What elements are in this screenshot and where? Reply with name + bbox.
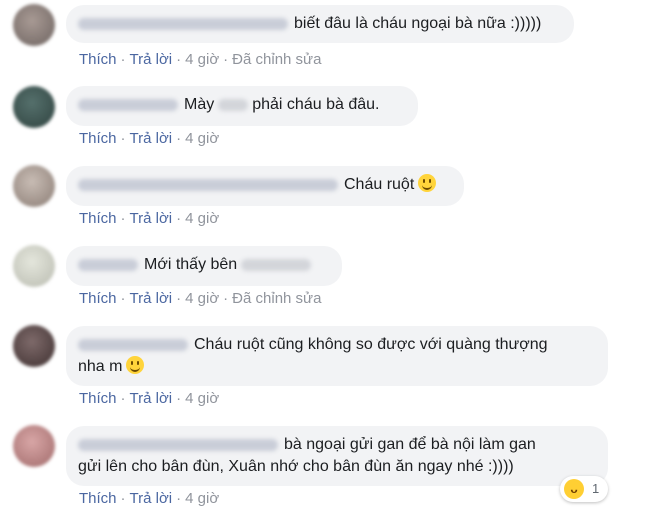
commenter-name[interactable] xyxy=(78,258,138,271)
comment-bubble: Mới thấy bên xyxy=(66,246,342,286)
comment-bubble: Cháu ruột xyxy=(66,166,464,206)
like-button[interactable]: Thích xyxy=(79,490,117,507)
comment-bubble: biết đâu là cháu ngoại bà nữa :))))) xyxy=(66,5,574,43)
commenter-name[interactable] xyxy=(78,17,288,30)
avatar[interactable] xyxy=(13,86,55,128)
comment-actions: Thích · Trả lời · 4 giờ xyxy=(79,130,220,147)
timestamp[interactable]: 4 giờ xyxy=(185,390,219,407)
timestamp[interactable]: 4 giờ xyxy=(185,210,219,227)
reply-button[interactable]: Trả lời xyxy=(130,51,173,68)
reply-button[interactable]: Trả lời xyxy=(130,210,173,227)
timestamp[interactable]: 4 giờ xyxy=(185,51,219,68)
redacted-word xyxy=(241,258,312,271)
comment-actions: Thích · Trả lời · 4 giờ xyxy=(79,210,220,227)
comment-text: Cháu ruột cũng không so được với quàng t… xyxy=(194,336,548,353)
reaction-count: 1 xyxy=(592,481,600,496)
avatar[interactable] xyxy=(13,425,55,467)
reply-button[interactable]: Trả lời xyxy=(130,490,173,507)
comment-actions: Thích · Trả lời · 4 giờ xyxy=(79,490,220,507)
avatar[interactable] xyxy=(13,4,55,46)
commenter-name[interactable] xyxy=(78,98,178,111)
timestamp[interactable]: 4 giờ xyxy=(185,290,219,307)
comment-text: gửi lên cho bân đùn, Xuân nhớ cho bân đù… xyxy=(78,458,514,475)
timestamp[interactable]: 4 giờ xyxy=(185,130,219,147)
like-button[interactable]: Thích xyxy=(79,210,117,227)
comment-bubble: Mày phải cháu bà đâu. xyxy=(66,86,418,126)
edited-label[interactable]: Đã chỉnh sửa xyxy=(232,51,321,68)
comment-text: bà ngoại gửi gan để bà nội làm gan xyxy=(284,436,536,453)
commenter-name[interactable] xyxy=(78,438,278,451)
redacted-word xyxy=(218,98,249,111)
comment-text: Mày xyxy=(184,96,215,113)
avatar[interactable] xyxy=(13,165,55,207)
smile-emoji-icon xyxy=(126,356,145,374)
avatar[interactable] xyxy=(13,245,55,287)
timestamp[interactable]: 4 giờ xyxy=(185,490,219,507)
edited-label[interactable]: Đã chỉnh sửa xyxy=(232,290,321,307)
avatar[interactable] xyxy=(13,325,55,367)
like-button[interactable]: Thích xyxy=(79,130,117,147)
haha-icon: ᴗ xyxy=(564,479,584,499)
comment-text: nha m xyxy=(78,358,123,375)
reply-button[interactable]: Trả lời xyxy=(130,290,173,307)
reply-button[interactable]: Trả lời xyxy=(130,390,173,407)
comment-bubble: bà ngoại gửi gan để bà nội làm gan gửi l… xyxy=(66,426,608,486)
comment-bubble: Cháu ruột cũng không so được với quàng t… xyxy=(66,326,608,386)
reaction-badge[interactable]: ᴗ 1 xyxy=(560,476,608,502)
comment-text: Cháu ruột xyxy=(344,176,415,193)
smile-emoji-icon xyxy=(418,174,437,192)
comment-text: Mới thấy bên xyxy=(144,256,238,273)
commenter-name[interactable] xyxy=(78,178,338,191)
reply-button[interactable]: Trả lời xyxy=(130,130,173,147)
comment-text: biết đâu là cháu ngoại bà nữa :))))) xyxy=(294,15,542,32)
comment-actions: Thích · Trả lời · 4 giờ · Đã chỉnh sửa xyxy=(79,290,322,307)
like-button[interactable]: Thích xyxy=(79,51,117,68)
comment-actions: Thích · Trả lời · 4 giờ xyxy=(79,390,220,407)
like-button[interactable]: Thích xyxy=(79,290,117,307)
commenter-name[interactable] xyxy=(78,338,188,351)
like-button[interactable]: Thích xyxy=(79,390,117,407)
comment-text: phải cháu bà đâu. xyxy=(252,96,380,113)
comment-actions: Thích · Trả lời · 4 giờ · Đã chỉnh sửa xyxy=(79,51,322,68)
